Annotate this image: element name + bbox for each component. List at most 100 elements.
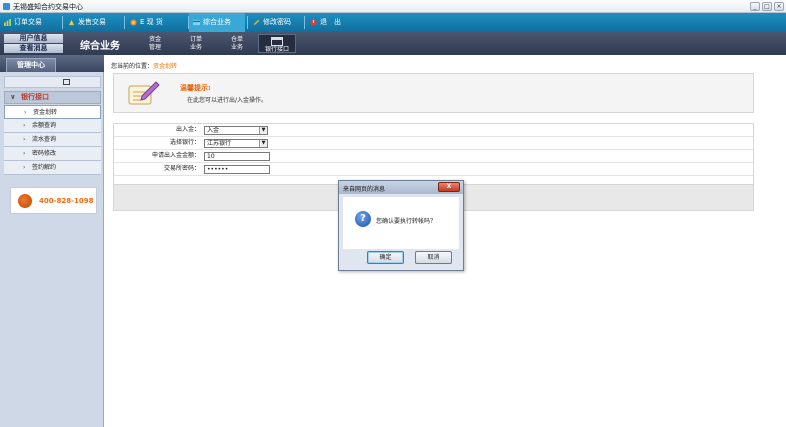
tab-label-line1: 资金	[148, 36, 161, 43]
menu-label: 退 出	[320, 18, 341, 26]
direction-label: 出入金：	[175, 126, 200, 133]
sidebar-item-sign-unsign[interactable]: › 签约解约	[4, 161, 101, 175]
amount-label: 申请出入金金额：	[151, 152, 200, 159]
dialog-title: 来自网页的消息	[343, 186, 386, 193]
password-input[interactable]: ••••••	[204, 165, 270, 174]
sidebar-group-bank-interface[interactable]: ∨ 银行接口	[4, 91, 101, 104]
menu-change-password[interactable]: 修改密码	[249, 13, 305, 32]
breadcrumb-prefix: 您当前的位置：	[111, 63, 154, 70]
bank-icon	[271, 37, 283, 46]
sidebar-item-fund-transfer[interactable]: › 资金划转	[4, 105, 101, 119]
sidebar-item-password-change[interactable]: › 密码修改	[4, 147, 101, 161]
bank-label: 选择银行：	[169, 139, 200, 146]
tab-label-line2: 管理	[148, 44, 161, 51]
tip-title: 温馨提示:	[180, 84, 211, 92]
sidebar-item-balance-query[interactable]: › 余额查询	[4, 119, 101, 133]
sidebar-item-label: 余额查询	[32, 122, 57, 129]
hotline-number: 400-828-1098	[39, 197, 94, 205]
menu-label: 修改密码	[263, 18, 291, 26]
tab-order-business[interactable]: 订单 业务	[177, 34, 215, 53]
sidebar-toolbar	[4, 76, 101, 88]
window-titlebar: 无锡盛知合约交易中心 _ □ ×	[0, 0, 786, 13]
hotline-banner: 400-828-1098	[10, 187, 97, 214]
user-links: 用户信息 查看消息	[4, 34, 63, 54]
chevron-right-icon: ›	[24, 109, 27, 116]
tab-label-line2: 业务	[230, 44, 243, 51]
tab-label-line1: 仓单	[230, 36, 243, 43]
chevron-down-icon: ▼	[259, 140, 267, 147]
tab-management-center[interactable]: 管理中心	[6, 58, 56, 72]
dialog-titlebar: 来自网页的消息 X	[339, 181, 463, 194]
breadcrumb-current[interactable]: 资金划转	[153, 63, 177, 70]
chart-icon	[68, 19, 75, 26]
tab-bank-interface[interactable]: 银行接口	[258, 34, 296, 53]
top-menu: 订单交易 发售交易 E 现 货 综合业务 修改密码 退 出	[0, 13, 786, 32]
power-icon	[310, 19, 317, 26]
question-icon: ?	[355, 211, 371, 227]
menu-label: E 现 货	[140, 18, 163, 26]
globe-icon	[130, 19, 137, 26]
ok-button[interactable]: 确定	[367, 251, 404, 264]
dialog-body: ? 您确认要执行转帐吗？	[343, 197, 459, 249]
chevron-right-icon: ›	[23, 136, 26, 143]
tab-warehouse-business[interactable]: 仓单 业务	[218, 34, 256, 53]
sub-nav-bar: 用户信息 查看消息 综合业务 资金 管理 订单 业务 仓单 业务 银行接口	[0, 32, 786, 55]
view-messages-link[interactable]: 查看消息	[4, 44, 63, 53]
sidebar: 管理中心 ∨ 银行接口 › 资金划转 › 余额查询 › 流水查询 › 密码修改 …	[0, 55, 104, 427]
form-row-bank: 选择银行： 江苏银行 ▼	[114, 137, 753, 150]
chevron-down-icon: ▼	[259, 127, 267, 134]
app-icon	[3, 3, 10, 10]
direction-value: 入金	[207, 127, 220, 134]
pencil-icon	[253, 19, 260, 26]
menu-label: 综合业务	[203, 18, 231, 26]
card-icon	[193, 19, 200, 26]
chevron-down-icon: ∨	[10, 93, 16, 101]
sidebar-item-label: 资金划转	[33, 109, 58, 116]
menu-logout[interactable]: 退 出	[306, 13, 356, 32]
menu-general-business[interactable]: 综合业务	[189, 13, 245, 32]
dialog-message: 您确认要执行转帐吗？	[376, 218, 437, 225]
tab-label-line2: 业务	[189, 44, 202, 51]
transfer-form: 出入金： 入金 ▼ 选择银行： 江苏银行 ▼ 申请出入金金额： 10 交易所密码…	[113, 123, 754, 185]
chevron-right-icon: ›	[23, 164, 26, 171]
breadcrumb: 您当前的位置：资金划转	[111, 61, 177, 70]
chevron-right-icon: ›	[23, 150, 26, 157]
sidebar-item-label: 签约解约	[32, 164, 57, 171]
tip-text: 在此您可以进行出/入金操作。	[187, 97, 268, 104]
close-window-button[interactable]: ×	[774, 2, 784, 11]
sidebar-item-flow-query[interactable]: › 流水查询	[4, 133, 101, 147]
chevron-right-icon: ›	[23, 122, 26, 129]
direction-select[interactable]: 入金 ▼	[204, 126, 268, 135]
sidebar-item-label: 流水查询	[32, 136, 57, 143]
menu-sale-trading[interactable]: 发售交易	[64, 13, 122, 32]
confirm-dialog: 来自网页的消息 X ? 您确认要执行转帐吗？ 确定 取消	[338, 180, 464, 271]
section-title: 综合业务	[80, 41, 120, 52]
tip-box: 温馨提示: 在此您可以进行出/入金操作。	[113, 73, 754, 113]
tab-label-line2: 银行接口	[264, 46, 289, 53]
amount-input[interactable]: 10	[204, 152, 270, 161]
window-title: 无锡盛知合约交易中心	[13, 3, 83, 11]
password-label: 交易所密码：	[163, 165, 200, 172]
chart-icon	[4, 19, 11, 26]
bank-value: 江苏银行	[207, 140, 232, 147]
cancel-button[interactable]: 取消	[415, 251, 452, 264]
menu-label: 订单交易	[14, 18, 42, 26]
menu-label: 发售交易	[78, 18, 106, 26]
tab-label-line1: 订单	[189, 36, 202, 43]
minimize-button[interactable]: _	[750, 2, 760, 11]
form-row-password: 交易所密码： ••••••	[114, 163, 753, 176]
tab-funds-management[interactable]: 资金 管理	[136, 34, 174, 53]
dialog-close-button[interactable]: X	[438, 182, 460, 192]
form-row-direction: 出入金： 入金 ▼	[114, 124, 753, 137]
form-row-amount: 申请出入金金额： 10	[114, 150, 753, 163]
bank-select[interactable]: 江苏银行 ▼	[204, 139, 268, 148]
user-info-link[interactable]: 用户信息	[4, 34, 63, 43]
menu-e-spot[interactable]: E 现 货	[126, 13, 186, 32]
sidebar-header: 管理中心	[0, 55, 104, 72]
notepad-pencil-icon	[128, 81, 160, 105]
sidebar-item-label: 密码修改	[32, 150, 57, 157]
collapse-icon[interactable]	[63, 79, 70, 85]
menu-order-trading[interactable]: 订单交易	[0, 13, 60, 32]
phone-icon	[18, 194, 32, 208]
maximize-button[interactable]: □	[762, 2, 772, 11]
